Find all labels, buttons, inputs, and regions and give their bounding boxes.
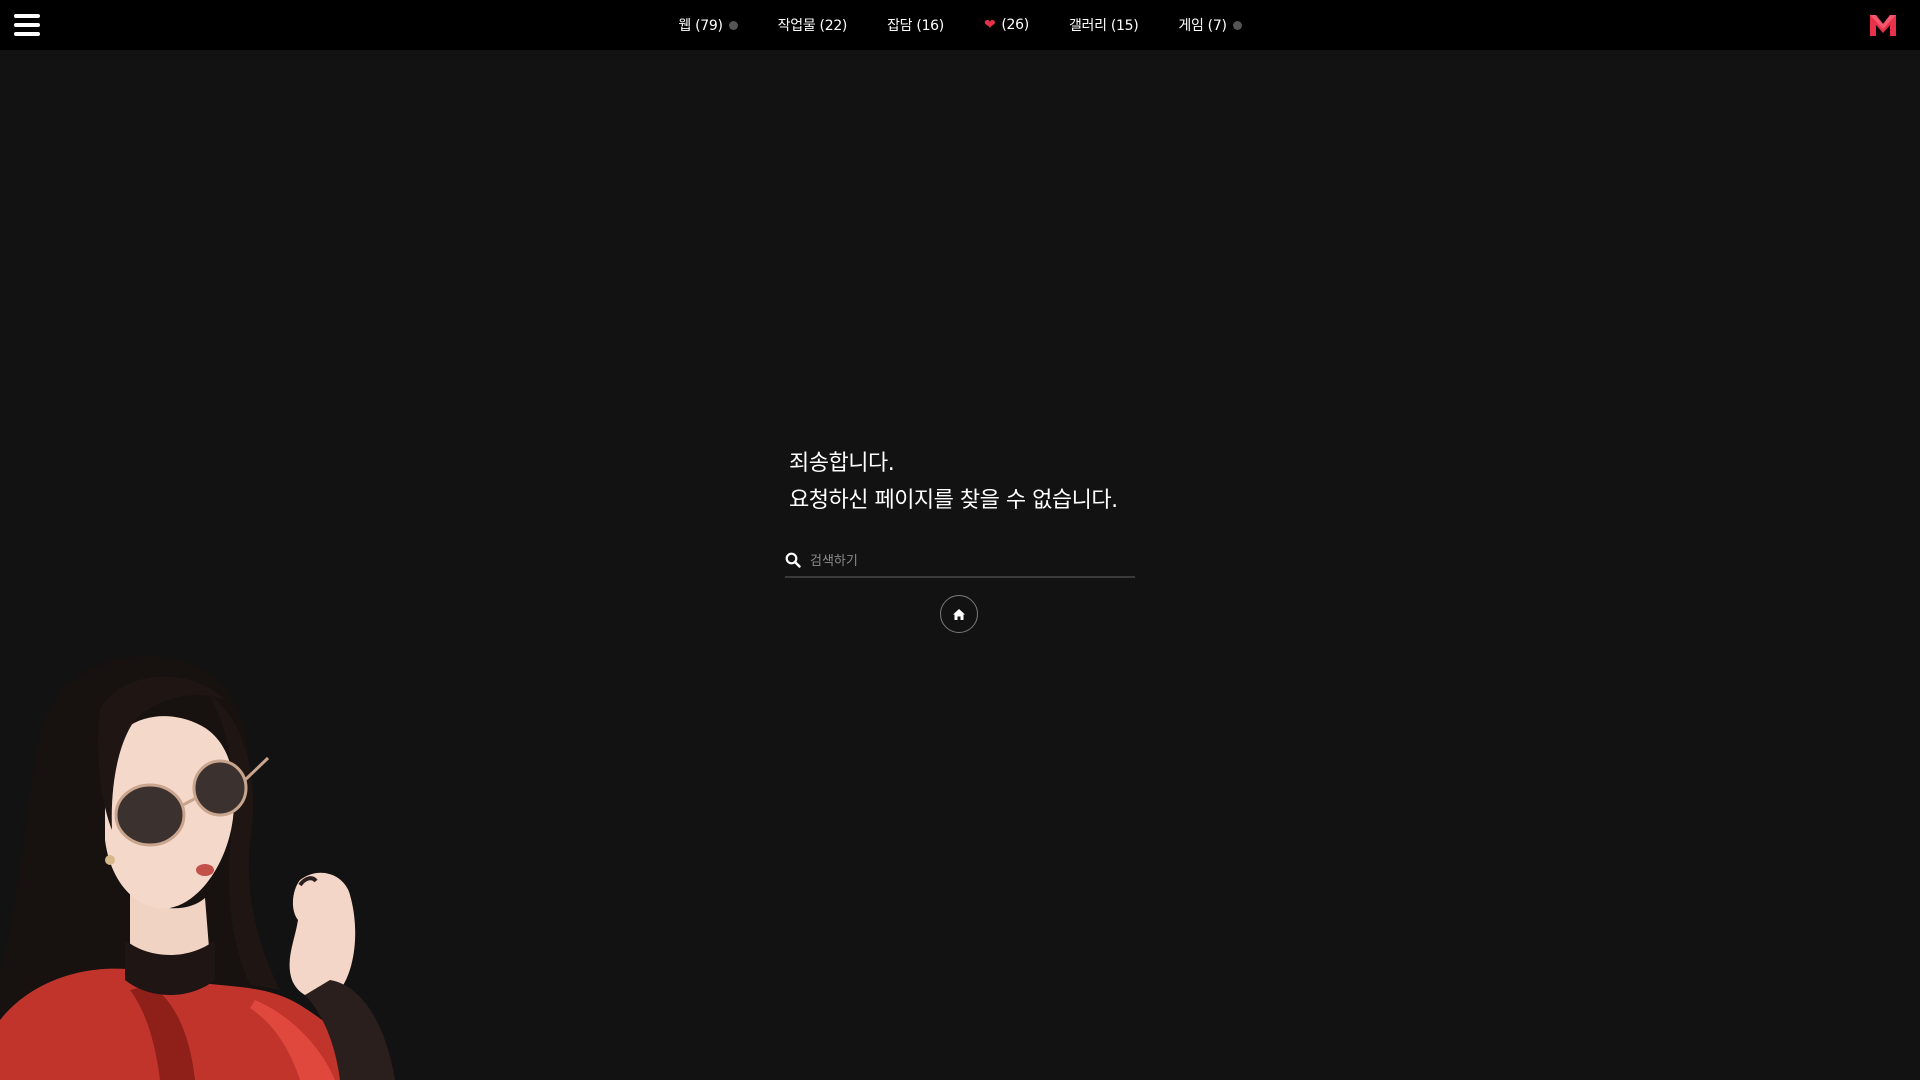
m-logo-icon[interactable] [1868, 12, 1898, 38]
nav-item-label: (26) [1001, 17, 1029, 33]
nav-item-label: 게임 (7) [1178, 18, 1227, 34]
nav-item-label: 웹 (79) [678, 18, 723, 34]
nav-item-label: 작업물 (22) [777, 18, 848, 34]
not-found-panel: 죄송합니다. 요청하신 페이지를 찾을 수 없습니다. [785, 445, 1135, 633]
nav-item-gallery[interactable]: 갤러리 (15) [1068, 15, 1139, 35]
status-dot [1232, 20, 1242, 30]
error-title: 죄송합니다. [789, 451, 895, 476]
nav-item-game[interactable]: 게임 (7) [1178, 15, 1242, 35]
home-button[interactable] [940, 595, 978, 633]
nav-item-favorites[interactable]: ❤ (26) [984, 17, 1029, 33]
search-input[interactable] [808, 548, 1132, 574]
nav-item-web[interactable]: 웹 (79) [678, 15, 738, 35]
nav-item-works[interactable]: 작업물 (22) [777, 15, 848, 35]
top-navigation-bar: 웹 (79) 작업물 (22) 잡담 (16) ❤ (26) 갤러리 (15) … [0, 0, 1920, 50]
search-box [785, 546, 1135, 578]
nav-item-chat[interactable]: 잡담 (16) [887, 15, 944, 35]
home-icon [953, 608, 965, 620]
status-dot [728, 20, 738, 30]
nav-item-label: 잡담 (16) [887, 18, 944, 34]
character-illustration [0, 656, 395, 1080]
error-message: 요청하신 페이지를 찾을 수 없습니다. [789, 488, 1118, 513]
category-nav: 웹 (79) 작업물 (22) 잡담 (16) ❤ (26) 갤러리 (15) … [0, 0, 1920, 50]
nav-item-label: 갤러리 (15) [1068, 18, 1139, 34]
heart-icon: ❤ [983, 17, 996, 33]
search-icon[interactable] [785, 552, 801, 568]
